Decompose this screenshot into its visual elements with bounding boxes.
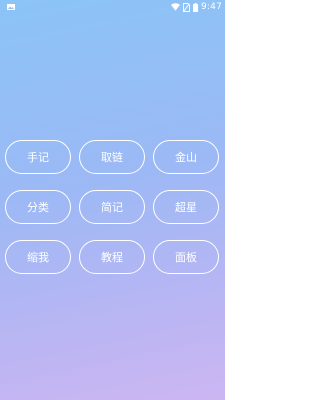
app-screen: 9:47 手记 取链 金山 分类 简记 超星 缩我 教程 面板: [0, 0, 225, 400]
shouji-button[interactable]: 手记: [5, 140, 71, 174]
jiaocheng-button[interactable]: 教程: [79, 240, 145, 274]
jinshan-button[interactable]: 金山: [153, 140, 219, 174]
chaoxing-button[interactable]: 超星: [153, 190, 219, 224]
mianban-button[interactable]: 面板: [153, 240, 219, 274]
fenlei-button[interactable]: 分类: [5, 190, 71, 224]
jianji-button[interactable]: 简记: [79, 190, 145, 224]
button-grid: 手记 取链 金山 分类 简记 超星 缩我 教程 面板: [0, 0, 225, 400]
suowo-button[interactable]: 缩我: [5, 240, 71, 274]
qulian-button[interactable]: 取链: [79, 140, 145, 174]
